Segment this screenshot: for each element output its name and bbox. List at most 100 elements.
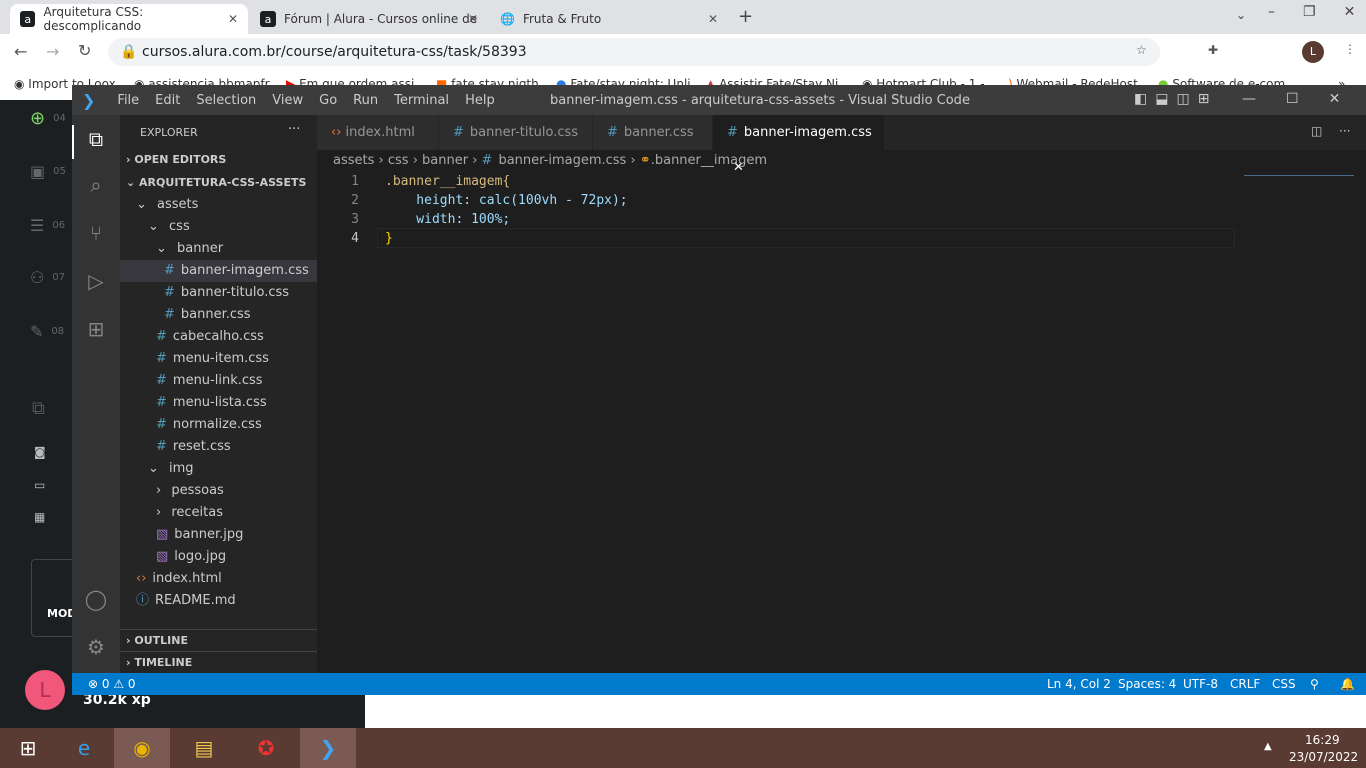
close-window-icon[interactable]: ✕: [1344, 4, 1356, 20]
menu-help[interactable]: Help: [457, 93, 503, 108]
editor-tab[interactable]: # banner-titulo.css: [439, 115, 593, 150]
tree-item[interactable]: ⌄ assets: [120, 194, 317, 216]
more-actions-icon[interactable]: ···: [1339, 124, 1350, 138]
customize-layout-icon[interactable]: ⊞: [1198, 91, 1210, 107]
clock-time[interactable]: 16:29: [1305, 733, 1340, 747]
new-tab-button[interactable]: +: [738, 6, 753, 27]
crumb[interactable]: assets: [333, 153, 374, 168]
menu-icon[interactable]: ⋮: [1344, 42, 1356, 56]
tree-item[interactable]: ⓘ README.md: [120, 590, 317, 612]
more-actions-icon[interactable]: ···: [288, 122, 300, 137]
minimap[interactable]: [1244, 172, 1354, 176]
toggle-secondary-icon[interactable]: ◫: [1176, 91, 1189, 107]
editor-tab-active[interactable]: # banner-imagem.css ✕: [713, 115, 885, 175]
clock-date[interactable]: 23/07/2022: [1289, 750, 1358, 764]
forward-icon[interactable]: →: [46, 42, 59, 61]
url-input[interactable]: 🔒 cursos.alura.com.br/course/arquitetura-…: [108, 38, 1160, 66]
run-debug-icon[interactable]: ▷: [84, 269, 108, 293]
timeline-section[interactable]: › TIMELINE: [120, 651, 317, 673]
accounts-icon[interactable]: ◯: [84, 587, 108, 611]
toggle-panel-icon[interactable]: ⬓: [1155, 91, 1168, 107]
project-folder[interactable]: ⌄ ARQUITETURA-CSS-ASSETS: [120, 172, 317, 194]
user-avatar[interactable]: L: [25, 670, 65, 710]
menu-selection[interactable]: Selection: [188, 93, 264, 108]
tree-item[interactable]: # banner-imagem.css: [120, 260, 317, 282]
source-control-icon[interactable]: ⑂: [84, 221, 108, 245]
menu-view[interactable]: View: [264, 93, 311, 108]
scrollbar[interactable]: [1358, 172, 1366, 673]
video-icon[interactable]: ▣: [30, 162, 45, 181]
reload-icon[interactable]: ↻: [78, 41, 91, 60]
grid-icon[interactable]: ▦: [34, 510, 45, 524]
tree-item[interactable]: # banner.css: [120, 304, 317, 326]
chrome-icon[interactable]: ◉: [114, 728, 170, 768]
extensions-icon[interactable]: ⊞: [84, 317, 108, 341]
user-edit-icon[interactable]: ✎: [30, 322, 43, 341]
problems-indicator[interactable]: ⊗ 0 ⚠ 0: [88, 673, 136, 695]
editor-tab[interactable]: ‹› index.html: [317, 115, 439, 150]
minimize-icon[interactable]: –: [1268, 4, 1275, 20]
tree-item[interactable]: › receitas: [120, 502, 317, 524]
indentation[interactable]: Spaces: 4: [1118, 673, 1176, 695]
list-icon[interactable]: ☰: [30, 216, 44, 235]
file-explorer-icon[interactable]: ▤: [176, 728, 232, 768]
browser-tab[interactable]: a Arquitetura CSS: descomplicando ✕: [10, 4, 248, 34]
tree-item[interactable]: ⌄ css: [120, 216, 317, 238]
browser-tab[interactable]: 🌐 Fruta & Fruto ✕: [490, 4, 728, 34]
add-icon[interactable]: ⊕: [30, 108, 45, 129]
close-tab-icon[interactable]: ✕: [708, 12, 718, 26]
language-mode[interactable]: CSS: [1272, 673, 1296, 695]
tree-item[interactable]: # normalize.css: [120, 414, 317, 436]
crumb[interactable]: banner-imagem.css: [498, 153, 626, 168]
menu-edit[interactable]: Edit: [147, 93, 188, 108]
menu-run[interactable]: Run: [345, 93, 386, 108]
tree-item[interactable]: # reset.css: [120, 436, 317, 458]
tree-item[interactable]: # menu-item.css: [120, 348, 317, 370]
extensions-icon[interactable]: ✚: [1208, 43, 1218, 57]
tree-item[interactable]: ⌄ banner: [120, 238, 317, 260]
people-icon[interactable]: ⚇: [30, 268, 44, 287]
start-button[interactable]: ⊞: [0, 728, 56, 768]
app-icon[interactable]: ✪: [238, 728, 294, 768]
tab-search-icon[interactable]: ⌄: [1236, 8, 1246, 22]
vscode-taskbar-icon[interactable]: ❯: [300, 728, 356, 768]
split-editor-icon[interactable]: ◫: [1311, 124, 1322, 138]
restore-icon[interactable]: ❐: [1303, 4, 1316, 20]
tree-item[interactable]: › pessoas: [120, 480, 317, 502]
cursor-position[interactable]: Ln 4, Col 2: [1047, 673, 1111, 695]
explorer-icon[interactable]: ⧉: [84, 127, 108, 151]
search-icon[interactable]: ⌕: [84, 173, 108, 197]
tree-item[interactable]: # banner-titulo.css: [120, 282, 317, 304]
notifications-icon[interactable]: 🔔: [1340, 673, 1355, 695]
crumb[interactable]: css: [388, 153, 409, 168]
close-icon[interactable]: ✕: [1329, 91, 1341, 107]
browser-tab[interactable]: a Fórum | Alura - Cursos online de ✕: [250, 4, 488, 34]
profile-avatar[interactable]: L: [1302, 41, 1324, 63]
encoding[interactable]: UTF-8: [1183, 673, 1218, 695]
maximize-icon[interactable]: ☐: [1286, 91, 1299, 107]
menu-file[interactable]: File: [109, 93, 147, 108]
tree-item[interactable]: # menu-link.css: [120, 370, 317, 392]
discord-icon[interactable]: ◙: [34, 445, 46, 459]
sync-icon[interactable]: ⧉: [32, 398, 45, 419]
star-icon[interactable]: ☆: [1136, 43, 1147, 57]
ie-icon[interactable]: e: [56, 728, 112, 768]
crumb[interactable]: banner: [422, 153, 468, 168]
tray-chevron-icon[interactable]: ▲: [1264, 741, 1272, 752]
line-ending[interactable]: CRLF: [1230, 673, 1260, 695]
tree-item[interactable]: ▧ logo.jpg: [120, 546, 317, 568]
outline-section[interactable]: › OUTLINE: [120, 629, 317, 651]
close-tab-icon[interactable]: ✕: [228, 12, 238, 26]
settings-gear-icon[interactable]: ⚙: [84, 635, 108, 659]
toggle-sidebar-icon[interactable]: ◧: [1134, 91, 1147, 107]
tree-item[interactable]: ‹› index.html: [120, 568, 317, 590]
menu-terminal[interactable]: Terminal: [386, 93, 457, 108]
close-tab-icon[interactable]: ✕: [468, 12, 478, 26]
editor-tab[interactable]: # banner.css: [593, 115, 713, 150]
chat-icon[interactable]: ▭: [34, 478, 45, 492]
crumb[interactable]: .banner__imagem: [651, 153, 767, 168]
menu-go[interactable]: Go: [311, 93, 345, 108]
tree-item[interactable]: ▧ banner.jpg: [120, 524, 317, 546]
open-editors-section[interactable]: › OPEN EDITORS: [120, 149, 317, 171]
tree-item[interactable]: # menu-lista.css: [120, 392, 317, 414]
